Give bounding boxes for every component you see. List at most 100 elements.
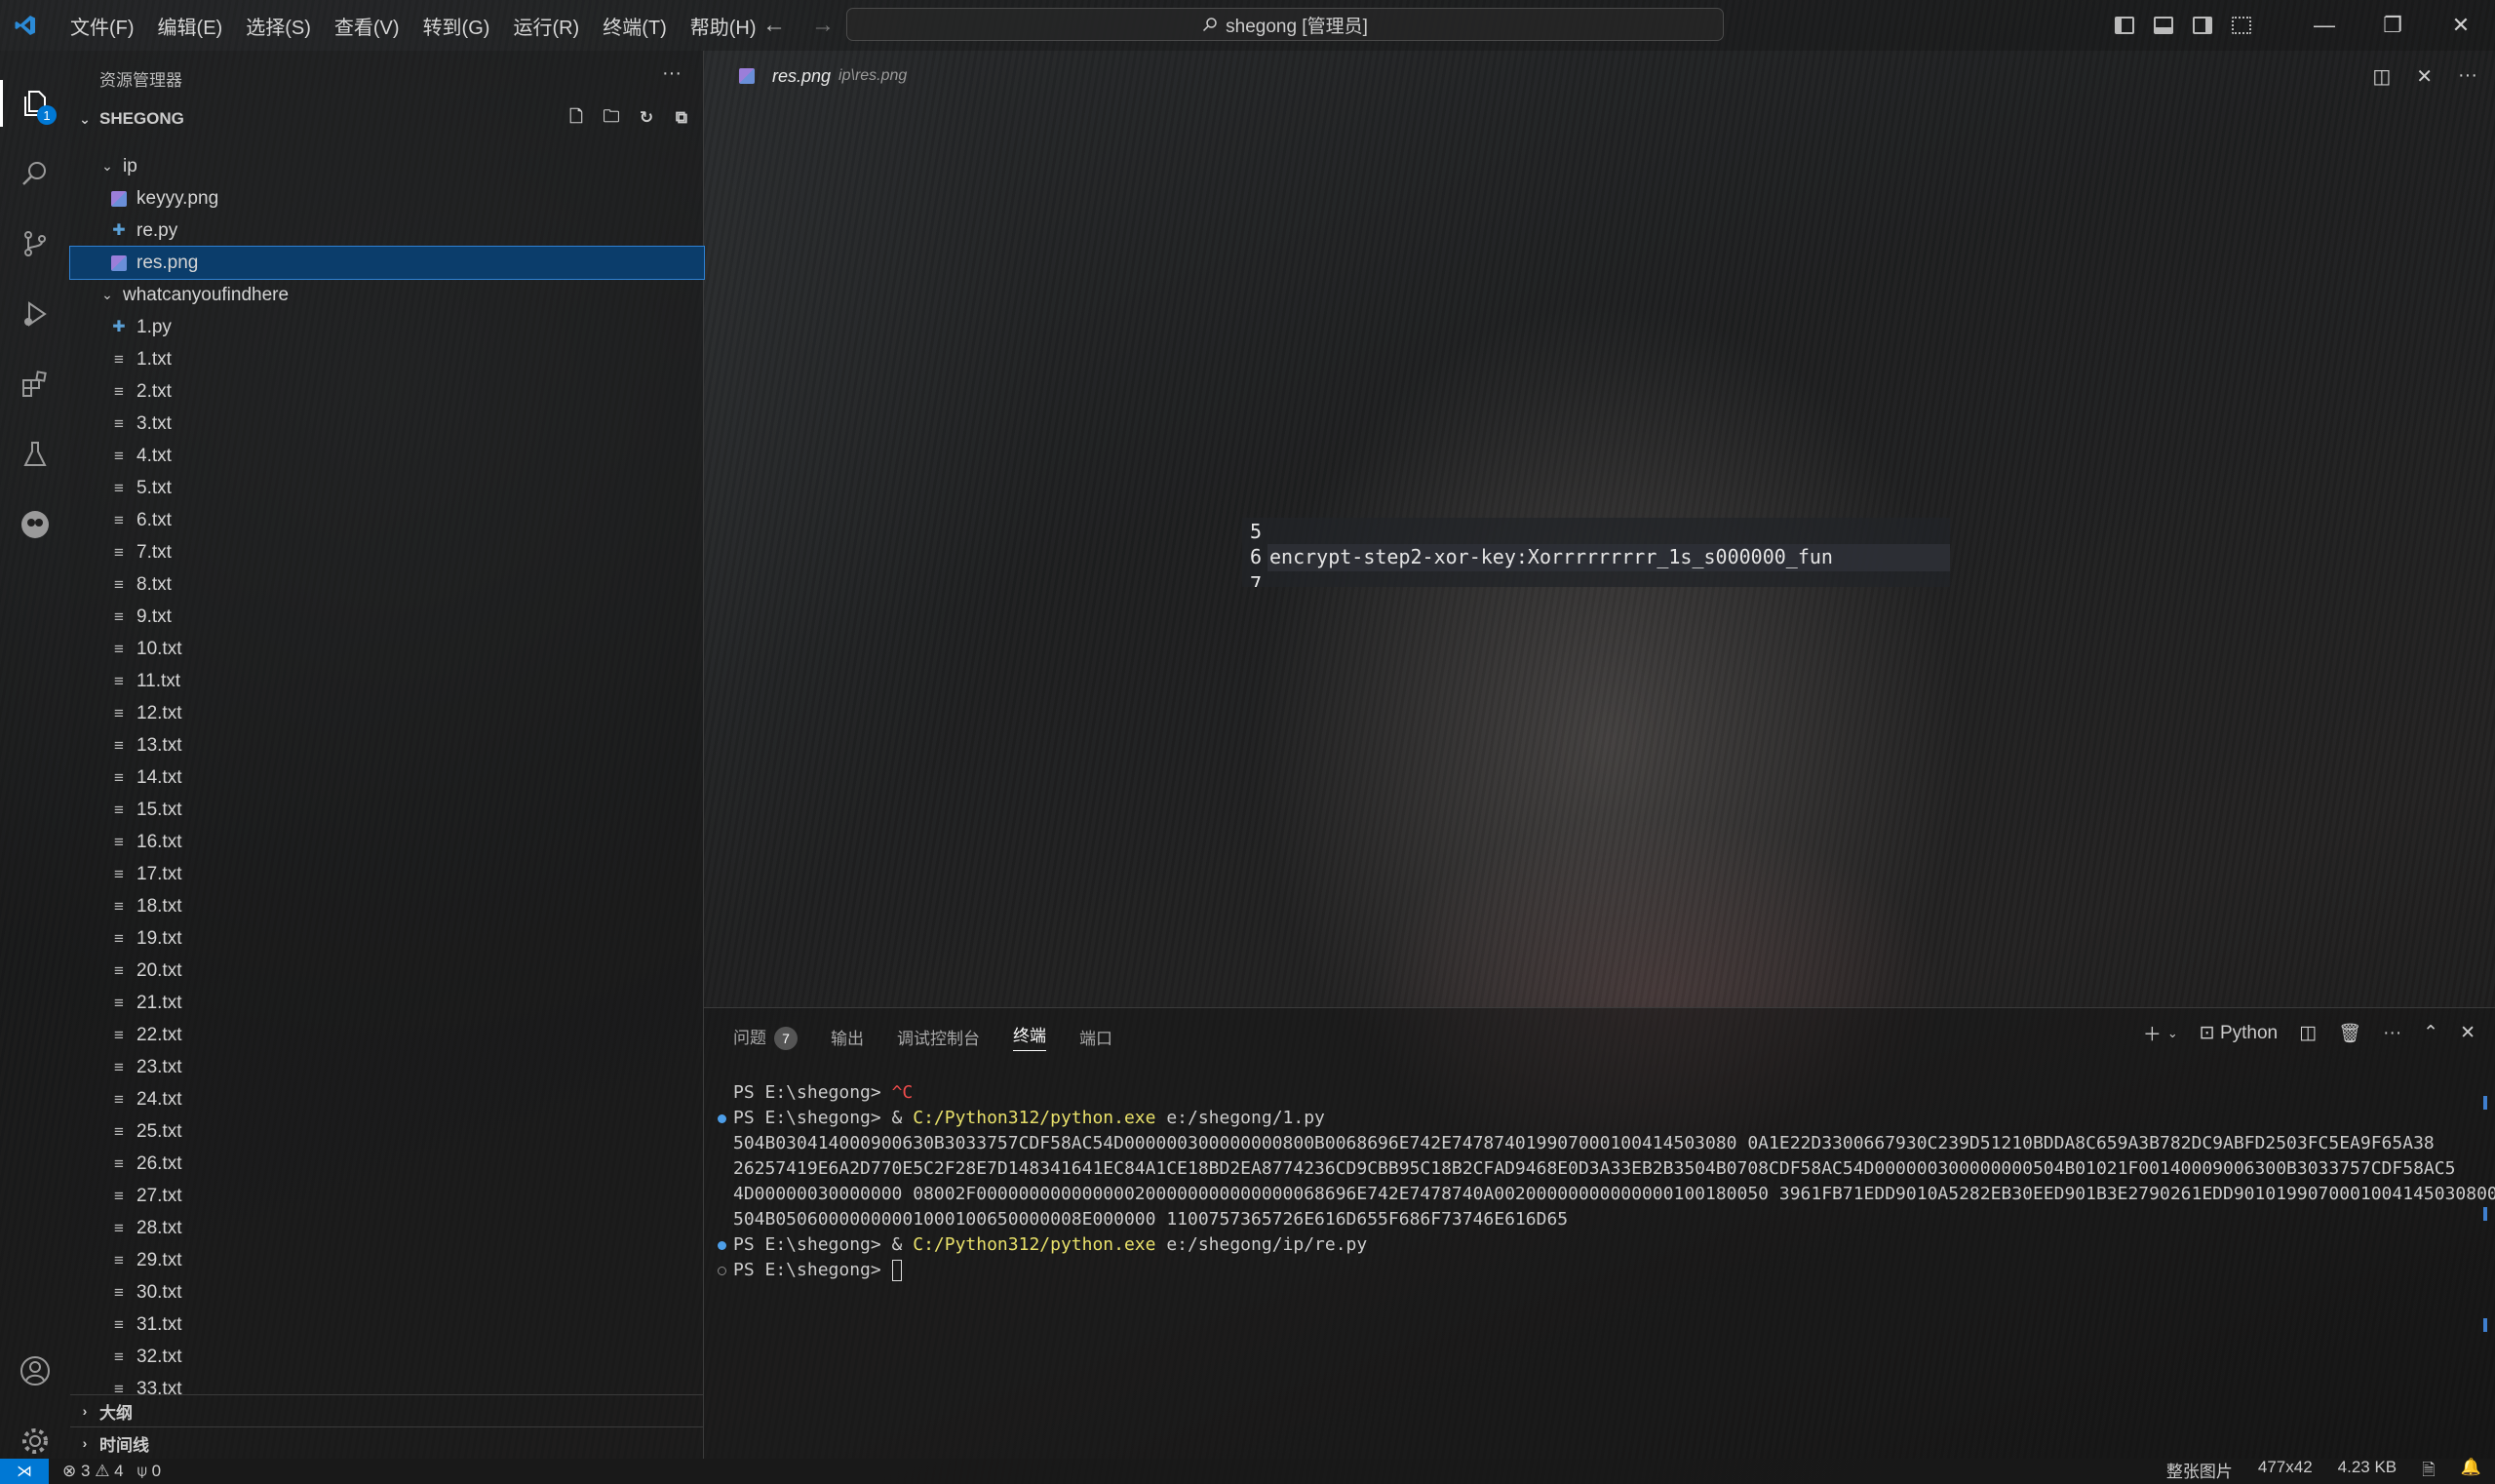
tree-file[interactable]: keyyy.png	[70, 182, 704, 215]
tree-file[interactable]: ≡ 3.txt	[70, 408, 704, 440]
tree-file[interactable]: ≡ 9.txt	[70, 601, 704, 633]
tree-file[interactable]: ≡ 11.txt	[70, 665, 704, 697]
tree-file[interactable]: ≡ 7.txt	[70, 536, 704, 568]
tab-debug-console[interactable]: 调试控制台	[897, 1025, 980, 1049]
menu-help[interactable]: 帮助(H)	[679, 12, 768, 40]
tab-problems[interactable]: 问题 7	[733, 1024, 798, 1050]
tree-file[interactable]: ≡ 5.txt	[70, 472, 704, 504]
menu-selection[interactable]: 选择(S)	[234, 12, 323, 40]
toggle-primary-sidebar-icon[interactable]	[2115, 17, 2134, 34]
tree-file[interactable]: ≡ 4.txt	[70, 440, 704, 472]
problems-status[interactable]: ⊗ 3 ⚠ 4	[62, 1462, 124, 1481]
tree-file[interactable]: ≡ 21.txt	[70, 987, 704, 1019]
tree-file[interactable]: ≡ 30.txt	[70, 1276, 704, 1308]
menu-view[interactable]: 查看(V)	[323, 12, 411, 40]
collapse-all-icon[interactable]: ⧉	[671, 107, 692, 129]
ports-status[interactable]: ⍦ 0	[137, 1462, 161, 1481]
tree-file[interactable]: ≡ 1.txt	[70, 343, 704, 375]
tree-file[interactable]: ≡ 29.txt	[70, 1244, 704, 1276]
tree-file[interactable]: ≡ 31.txt	[70, 1308, 704, 1341]
maximize-panel-icon[interactable]: ⌃	[2423, 1022, 2438, 1044]
more-editor-actions-icon[interactable]: ···	[2458, 64, 2477, 89]
command-center-search[interactable]: shegong [管理员]	[846, 8, 1724, 41]
editor-tab-res-png[interactable]: res.png ip\res.png	[739, 66, 907, 87]
close-panel-icon[interactable]: ✕	[2460, 1022, 2476, 1044]
close-window-icon[interactable]: ✕	[2427, 13, 2495, 38]
extensions-icon[interactable]	[0, 349, 70, 419]
more-panel-actions-icon[interactable]: ···	[2383, 1023, 2401, 1044]
tree-file[interactable]: ≡ 24.txt	[70, 1083, 704, 1115]
feedback-icon[interactable]: 🗎	[2422, 1458, 2436, 1484]
refresh-icon[interactable]: ↻	[636, 107, 657, 129]
chevron-down-icon[interactable]: ⌄	[2167, 1026, 2178, 1041]
remote-indicator-icon[interactable]: ⋊	[0, 1459, 49, 1484]
testing-flask-icon[interactable]	[0, 419, 70, 489]
kill-terminal-trash-icon[interactable]: 🗑	[2338, 1022, 2361, 1045]
image-zoom-mode[interactable]: 整张图片	[2166, 1458, 2233, 1484]
tree-file[interactable]: ≡ 14.txt	[70, 762, 704, 794]
tab-ports[interactable]: 端口	[1079, 1025, 1112, 1049]
tree-file[interactable]: ≡ 19.txt	[70, 922, 704, 955]
minimize-icon[interactable]: —	[2290, 13, 2359, 38]
vscode-logo-icon[interactable]	[0, 0, 51, 51]
tab-terminal[interactable]: 终端	[1013, 1022, 1046, 1051]
tree-file[interactable]: ≡ 20.txt	[70, 955, 704, 987]
close-tab-icon[interactable]: ✕	[2416, 64, 2433, 89]
terminal-output[interactable]: PS E:\shegong> ^C PS E:\shegong> & C:/Py…	[718, 1080, 2495, 1283]
terminal-scrollbar[interactable]	[2483, 1096, 2487, 1429]
command-decoration-icon[interactable]	[718, 1114, 726, 1123]
command-decoration-icon[interactable]	[718, 1267, 726, 1275]
tree-file[interactable]: res.png	[69, 246, 705, 280]
explorer-icon[interactable]: 1	[0, 68, 70, 138]
menu-run[interactable]: 运行(R)	[501, 12, 591, 40]
new-folder-icon[interactable]: 🗀	[601, 107, 622, 129]
tree-file[interactable]: ≡ 25.txt	[70, 1115, 704, 1148]
workspace-folder-header[interactable]: ⌄ SHEGONG 🗋 🗀 ↻ ⧉	[70, 103, 704, 135]
tree-file[interactable]: ≡ 6.txt	[70, 504, 704, 536]
tree-file[interactable]: ≡ 17.txt	[70, 858, 704, 890]
toggle-panel-icon[interactable]	[2154, 17, 2173, 34]
tree-folder[interactable]: ⌄ ip	[70, 150, 704, 182]
tree-file[interactable]: ≡ 15.txt	[70, 794, 704, 826]
more-actions-icon[interactable]: ···	[662, 62, 682, 85]
timeline-section[interactable]: › 时间线	[70, 1426, 704, 1459]
search-view-icon[interactable]	[0, 138, 70, 209]
tree-folder[interactable]: ⌄ whatcanyoufindhere	[70, 279, 704, 311]
tree-file[interactable]: ≡ 26.txt	[70, 1148, 704, 1180]
back-arrow-icon[interactable]: ←	[762, 12, 786, 39]
menu-go[interactable]: 转到(G)	[411, 12, 502, 40]
tree-file[interactable]: ≡ 2.txt	[70, 375, 704, 408]
tree-file[interactable]: ≡ 16.txt	[70, 826, 704, 858]
customize-layout-icon[interactable]	[2232, 17, 2251, 34]
new-file-icon[interactable]: 🗋	[565, 107, 587, 129]
menu-terminal[interactable]: 终端(T)	[591, 12, 679, 40]
tab-output[interactable]: 输出	[831, 1025, 864, 1049]
split-terminal-icon[interactable]: ◫	[2299, 1022, 2317, 1044]
split-editor-icon[interactable]: ◫	[2372, 64, 2391, 89]
terminal-shell-selector[interactable]: ⊡ Python	[2200, 1022, 2278, 1044]
tree-file[interactable]: ≡ 28.txt	[70, 1212, 704, 1244]
toggle-secondary-sidebar-icon[interactable]	[2193, 17, 2212, 34]
tree-file[interactable]: ≡ 23.txt	[70, 1051, 704, 1083]
tree-file[interactable]: ≡ 12.txt	[70, 697, 704, 729]
run-debug-icon[interactable]	[0, 279, 70, 349]
menu-file[interactable]: 文件(F)	[58, 12, 146, 40]
tree-file[interactable]: ≡ 10.txt	[70, 633, 704, 665]
forward-arrow-icon[interactable]: →	[811, 12, 835, 39]
tree-file[interactable]: ✚ 1.py	[70, 311, 704, 343]
source-control-icon[interactable]	[0, 209, 70, 279]
tree-file[interactable]: ≡ 13.txt	[70, 729, 704, 762]
new-terminal-icon[interactable]: ＋	[2143, 1020, 2162, 1046]
tree-file[interactable]: ≡ 8.txt	[70, 568, 704, 601]
tree-file[interactable]: ≡ 18.txt	[70, 890, 704, 922]
tree-file[interactable]: ≡ 22.txt	[70, 1019, 704, 1051]
tree-file[interactable]: ≡ 32.txt	[70, 1341, 704, 1373]
outline-section[interactable]: › 大纲	[70, 1394, 704, 1426]
remote-explorer-icon[interactable]	[0, 489, 70, 560]
accounts-icon[interactable]	[0, 1336, 70, 1406]
tree-file[interactable]: ≡ 27.txt	[70, 1180, 704, 1212]
notifications-bell-icon[interactable]: 🔔	[2461, 1458, 2481, 1484]
command-decoration-icon[interactable]	[718, 1241, 726, 1250]
menu-edit[interactable]: 编辑(E)	[146, 12, 235, 40]
restore-icon[interactable]: ❐	[2359, 13, 2427, 38]
